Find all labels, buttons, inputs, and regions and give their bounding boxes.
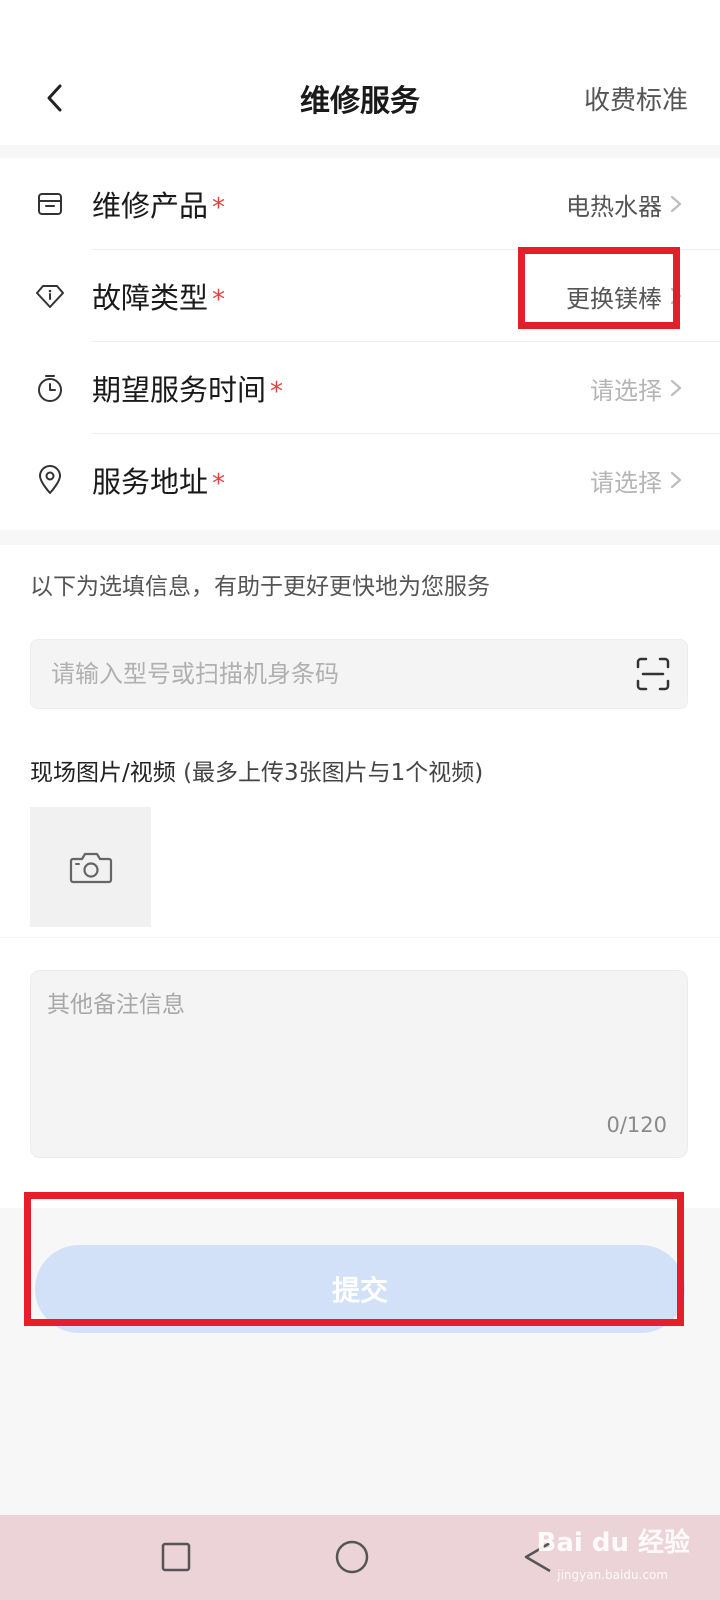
chevron-right-icon	[670, 471, 682, 489]
optional-info-section: 以下为选填信息，有助于更好更快地为您服务 现场图片/视频 (最多上传3张图片与1…	[0, 545, 720, 937]
diamond-info-icon	[34, 280, 66, 312]
fee-standard-link[interactable]: 收费标准	[584, 80, 688, 117]
form-row-address[interactable]: 服务地址 * 请选择	[0, 434, 720, 526]
form-row-service-time[interactable]: 期望服务时间 * 请选择	[0, 342, 720, 434]
back-button[interactable]	[36, 78, 72, 118]
square-icon	[161, 1542, 191, 1572]
form-row-label: 故障类型 *	[92, 281, 226, 315]
media-upload-label: 现场图片/视频 (最多上传3张图片与1个视频)	[30, 760, 484, 786]
chevron-right-icon	[670, 379, 682, 397]
chevron-right-icon	[670, 195, 682, 213]
form-row-value: 电热水器	[566, 192, 662, 221]
form-row-product[interactable]: 维修产品 * 电热水器	[0, 158, 720, 250]
submit-button[interactable]: 提交	[35, 1245, 685, 1333]
chevron-right-icon	[670, 287, 682, 305]
form-row-label: 维修产品 *	[92, 189, 226, 223]
baidu-watermark-url: jingyan.baidu.com	[557, 1568, 668, 1582]
form-row-fault-type[interactable]: 故障类型 * 更换镁棒	[0, 250, 720, 342]
scan-barcode-icon[interactable]	[635, 656, 671, 692]
home-button[interactable]	[332, 1537, 372, 1577]
circle-icon	[335, 1540, 369, 1574]
required-form-card: 维修产品 * 电热水器 故障类型 * 更换镁棒 期望服务时间 * 请选择 服务地…	[0, 158, 720, 530]
model-input-container	[30, 639, 688, 709]
optional-hint-text: 以下为选填信息，有助于更好更快地为您服务	[30, 574, 490, 600]
remarks-textarea[interactable]	[47, 985, 667, 1105]
required-star: *	[212, 469, 226, 499]
form-row-label: 服务地址 *	[92, 465, 226, 499]
camera-icon	[69, 852, 112, 884]
required-star: *	[212, 193, 226, 223]
required-star: *	[270, 377, 284, 407]
remarks-section: 0/120	[0, 938, 720, 1208]
remarks-box: 0/120	[30, 970, 688, 1158]
model-number-input[interactable]	[51, 640, 611, 708]
form-row-value: 请选择	[590, 468, 662, 497]
form-row-value: 更换镁棒	[566, 284, 662, 313]
baidu-watermark-logo: Bai du 经验	[536, 1528, 691, 1558]
char-count: 0/120	[606, 1113, 667, 1137]
app-header: 维修服务 收费标准	[0, 0, 720, 145]
chevron-left-icon	[47, 84, 62, 112]
stopwatch-icon	[34, 372, 66, 404]
required-star: *	[212, 285, 226, 315]
photo-upload-button[interactable]	[30, 807, 151, 927]
form-row-label: 期望服务时间 *	[92, 373, 284, 407]
location-pin-icon	[34, 464, 66, 496]
recent-apps-button[interactable]	[156, 1537, 196, 1577]
box-icon	[34, 188, 66, 220]
form-row-value: 请选择	[590, 376, 662, 405]
